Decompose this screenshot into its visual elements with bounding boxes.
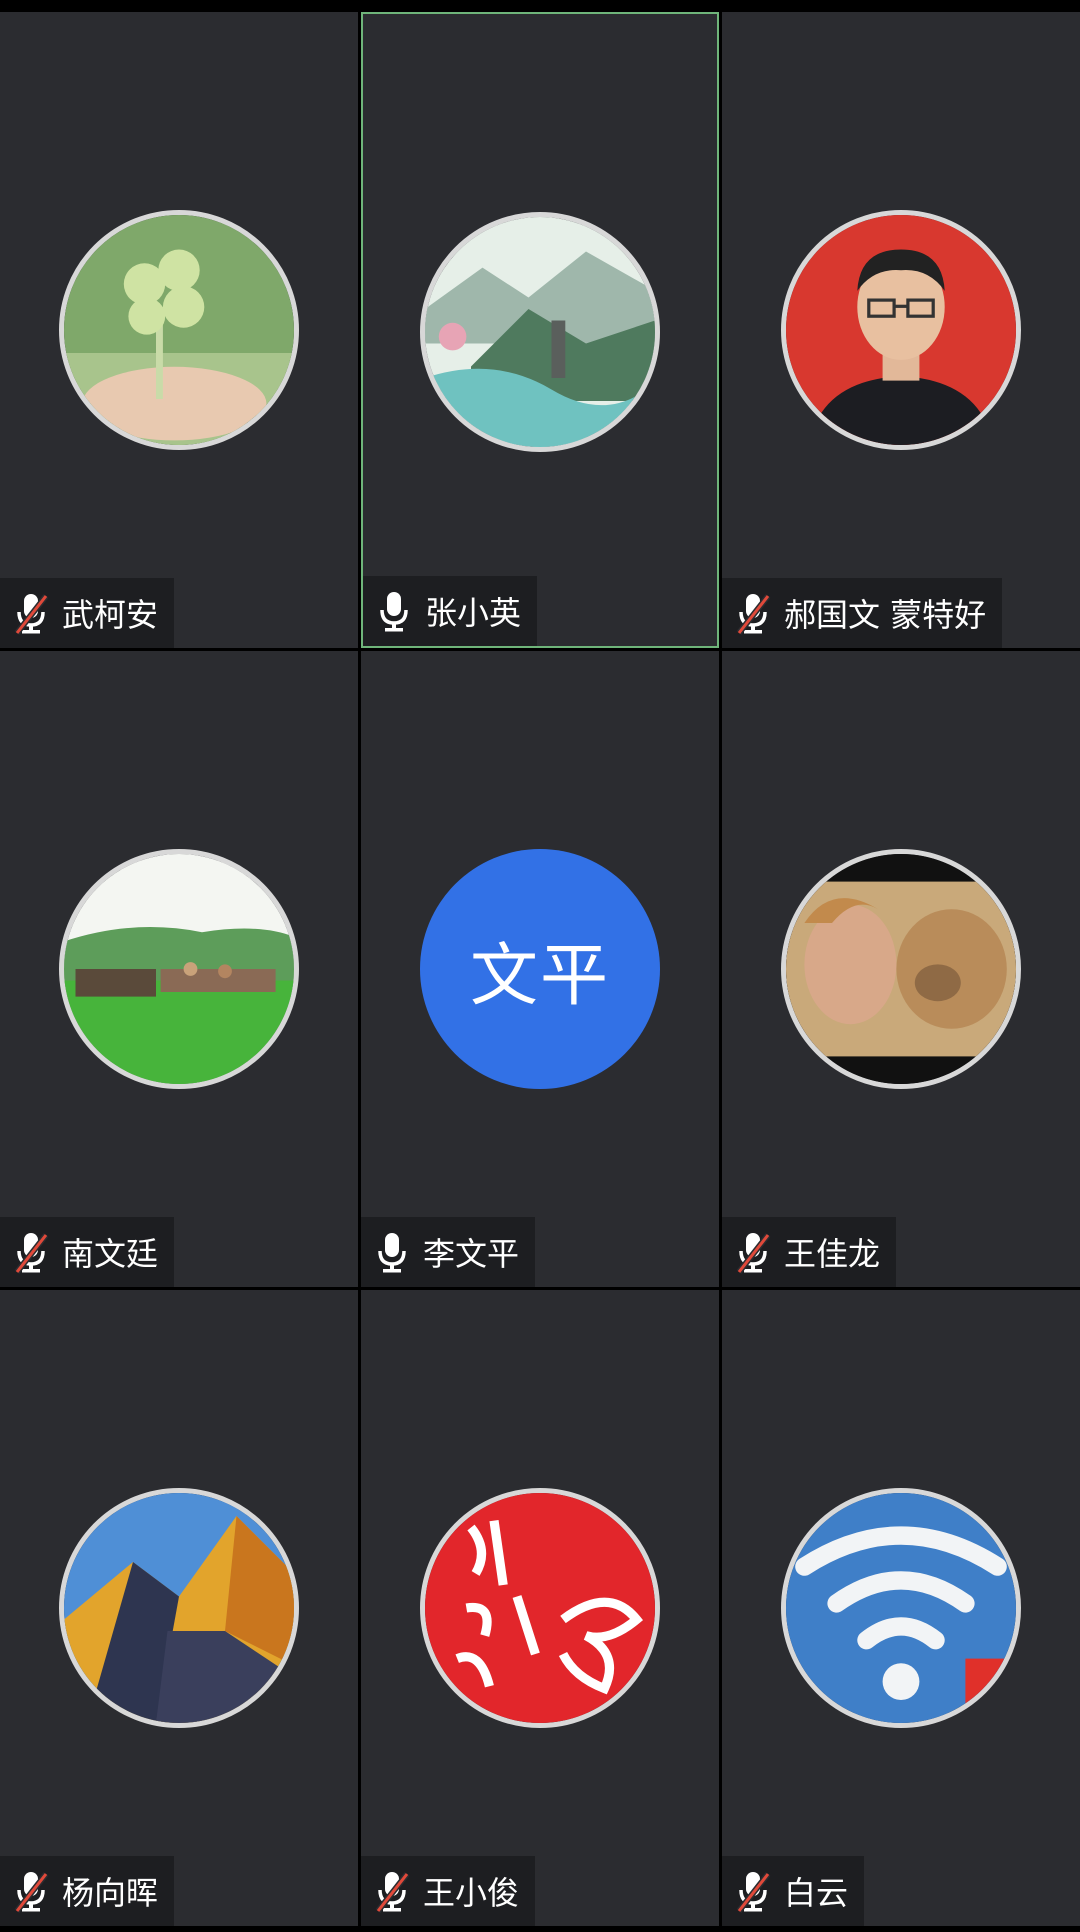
participant-name: 武柯安 — [62, 596, 159, 634]
participant-name: 南文廷 — [62, 1235, 159, 1273]
avatar-clover — [59, 210, 299, 450]
participant-tile[interactable]: 郝国文 蒙特好 — [722, 12, 1080, 648]
nameplate: 王佳龙 — [722, 1217, 897, 1287]
landscape-image — [425, 217, 655, 447]
participant-tile[interactable]: 文平 李文平 — [361, 651, 719, 1287]
mic-icon — [373, 1229, 411, 1275]
nameplate: 张小英 — [363, 576, 538, 646]
mic-muted-icon — [734, 590, 772, 636]
portrait-image — [786, 215, 1016, 445]
nameplate: 王小俊 — [361, 1856, 536, 1926]
mic-muted-icon — [734, 1868, 772, 1914]
lion-image — [786, 854, 1016, 1084]
nameplate: 南文廷 — [0, 1217, 175, 1287]
participant-name: 杨向晖 — [62, 1874, 159, 1912]
calligraphy-image — [425, 1493, 655, 1723]
avatar-lion — [781, 849, 1021, 1089]
participant-tile[interactable]: 王小俊 — [361, 1290, 719, 1926]
participant-tile[interactable]: 武柯安 — [0, 12, 358, 648]
grassland-image — [64, 854, 294, 1084]
clover-image — [64, 215, 294, 445]
mountain-image — [64, 1493, 294, 1723]
mic-muted-icon — [12, 1868, 50, 1914]
participant-name: 张小英 — [425, 594, 522, 632]
mic-muted-icon — [12, 1229, 50, 1275]
participant-tile[interactable]: 杨向晖 — [0, 1290, 358, 1926]
nameplate: 郝国文 蒙特好 — [722, 578, 1003, 648]
participant-tile[interactable]: 南文廷 — [0, 651, 358, 1287]
participant-name: 李文平 — [423, 1235, 520, 1273]
participant-name: 郝国文 蒙特好 — [784, 596, 987, 634]
avatar-initials-text: 文平 — [469, 936, 610, 1016]
avatar-calligraphy — [420, 1488, 660, 1728]
participant-tile[interactable]: 王佳龙 — [722, 651, 1080, 1287]
participant-name: 白云 — [784, 1874, 849, 1912]
mic-muted-icon — [12, 590, 50, 636]
nameplate: 武柯安 — [0, 578, 175, 648]
mic-muted-icon — [373, 1868, 411, 1914]
avatar-initials: 文平 — [420, 849, 660, 1089]
mic-icon — [375, 588, 413, 634]
nameplate: 白云 — [722, 1856, 865, 1926]
participant-name: 王佳龙 — [784, 1235, 881, 1273]
avatar-mountain — [59, 1488, 299, 1728]
wifi-cloud-image — [786, 1493, 1016, 1723]
participant-grid: 武柯安 张小英 郝国文 蒙特好 南文廷 文平 李文平 王佳龙 杨向晖 王小俊 白… — [0, 12, 1080, 1932]
avatar-landscape — [420, 212, 660, 452]
participant-tile-active[interactable]: 张小英 — [361, 12, 719, 648]
avatar-grassland — [59, 849, 299, 1089]
participant-name: 王小俊 — [423, 1874, 520, 1912]
nameplate: 杨向晖 — [0, 1856, 175, 1926]
mic-muted-icon — [734, 1229, 772, 1275]
participant-tile[interactable]: 白云 — [722, 1290, 1080, 1926]
nameplate: 李文平 — [361, 1217, 536, 1287]
avatar-wifi-cloud — [781, 1488, 1021, 1728]
avatar-portrait — [781, 210, 1021, 450]
